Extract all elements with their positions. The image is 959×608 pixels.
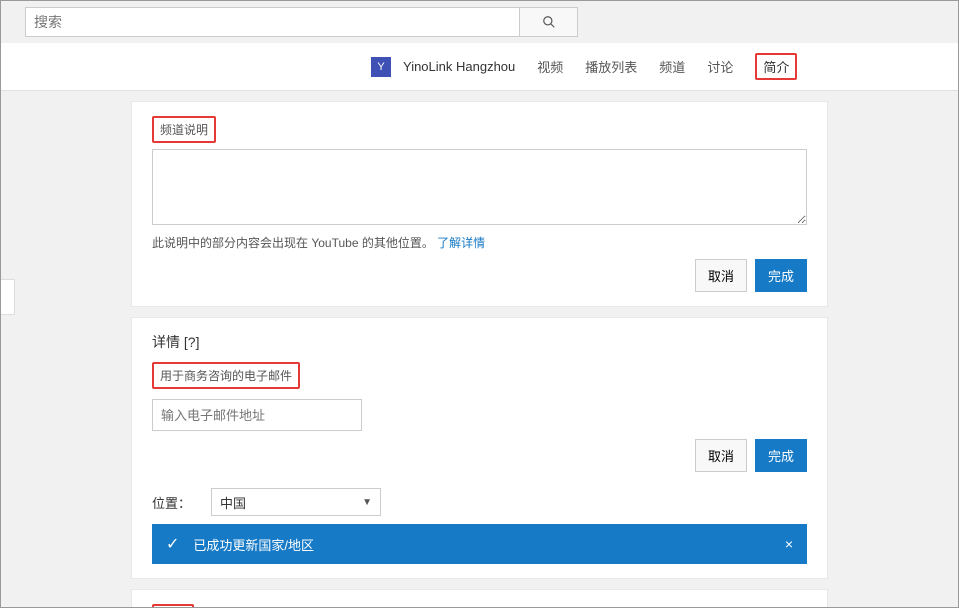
search-input[interactable] <box>25 7 520 37</box>
close-icon[interactable]: × <box>785 536 793 552</box>
description-hint: 此说明中的部分内容会出现在 YouTube 的其他位置。 了解详情 <box>152 234 807 251</box>
chevron-down-icon: ▼ <box>362 497 372 508</box>
cancel-button[interactable]: 取消 <box>695 439 747 472</box>
description-heading: 频道说明 <box>152 116 216 143</box>
left-edge-stub <box>1 279 15 315</box>
done-button[interactable]: 完成 <box>755 259 807 292</box>
avatar: Y <box>371 57 391 77</box>
tab-channels[interactable]: 频道 <box>659 57 685 76</box>
tab-videos[interactable]: 视频 <box>537 57 563 76</box>
tab-playlists[interactable]: 播放列表 <box>585 57 637 76</box>
links-heading: 链接 <box>152 604 194 608</box>
learn-more-link[interactable]: 了解详情 <box>437 236 485 250</box>
alert-text: 已成功更新国家/地区 <box>193 535 314 554</box>
location-value: 中国 <box>220 493 246 512</box>
section-description: 频道说明 此说明中的部分内容会出现在 YouTube 的其他位置。 了解详情 取… <box>131 101 828 307</box>
description-textarea[interactable] <box>152 149 807 225</box>
tab-discussion[interactable]: 讨论 <box>707 57 733 76</box>
section-details: 详情 [?] 用于商务咨询的电子邮件 取消 完成 位置： 中国 ▼ ✓ 已成功更… <box>131 317 828 579</box>
search-button[interactable] <box>520 7 578 37</box>
cancel-button[interactable]: 取消 <box>695 259 747 292</box>
location-select[interactable]: 中国 ▼ <box>211 488 381 516</box>
email-field[interactable] <box>152 399 362 431</box>
top-bar <box>1 1 958 43</box>
channel-nav: Y YinoLink Hangzhou 视频 播放列表 频道 讨论 简介 <box>1 43 958 91</box>
hint-text: 此说明中的部分内容会出现在 YouTube 的其他位置。 <box>152 236 434 250</box>
section-links: 链接 自定义链接 在频道图片上叠放前 5 ▼ 个自定义链接 可添加官网，Inst… <box>131 589 828 608</box>
done-button[interactable]: 完成 <box>755 439 807 472</box>
search-icon <box>542 15 556 29</box>
location-label: 位置： <box>152 493 191 512</box>
check-icon: ✓ <box>166 534 179 554</box>
channel-name: YinoLink Hangzhou <box>403 59 515 74</box>
business-email-label: 用于商务咨询的电子邮件 <box>152 362 300 389</box>
details-heading: 详情 [?] <box>152 332 807 352</box>
success-alert: ✓ 已成功更新国家/地区 × <box>152 524 807 564</box>
tab-about[interactable]: 简介 <box>755 53 797 80</box>
